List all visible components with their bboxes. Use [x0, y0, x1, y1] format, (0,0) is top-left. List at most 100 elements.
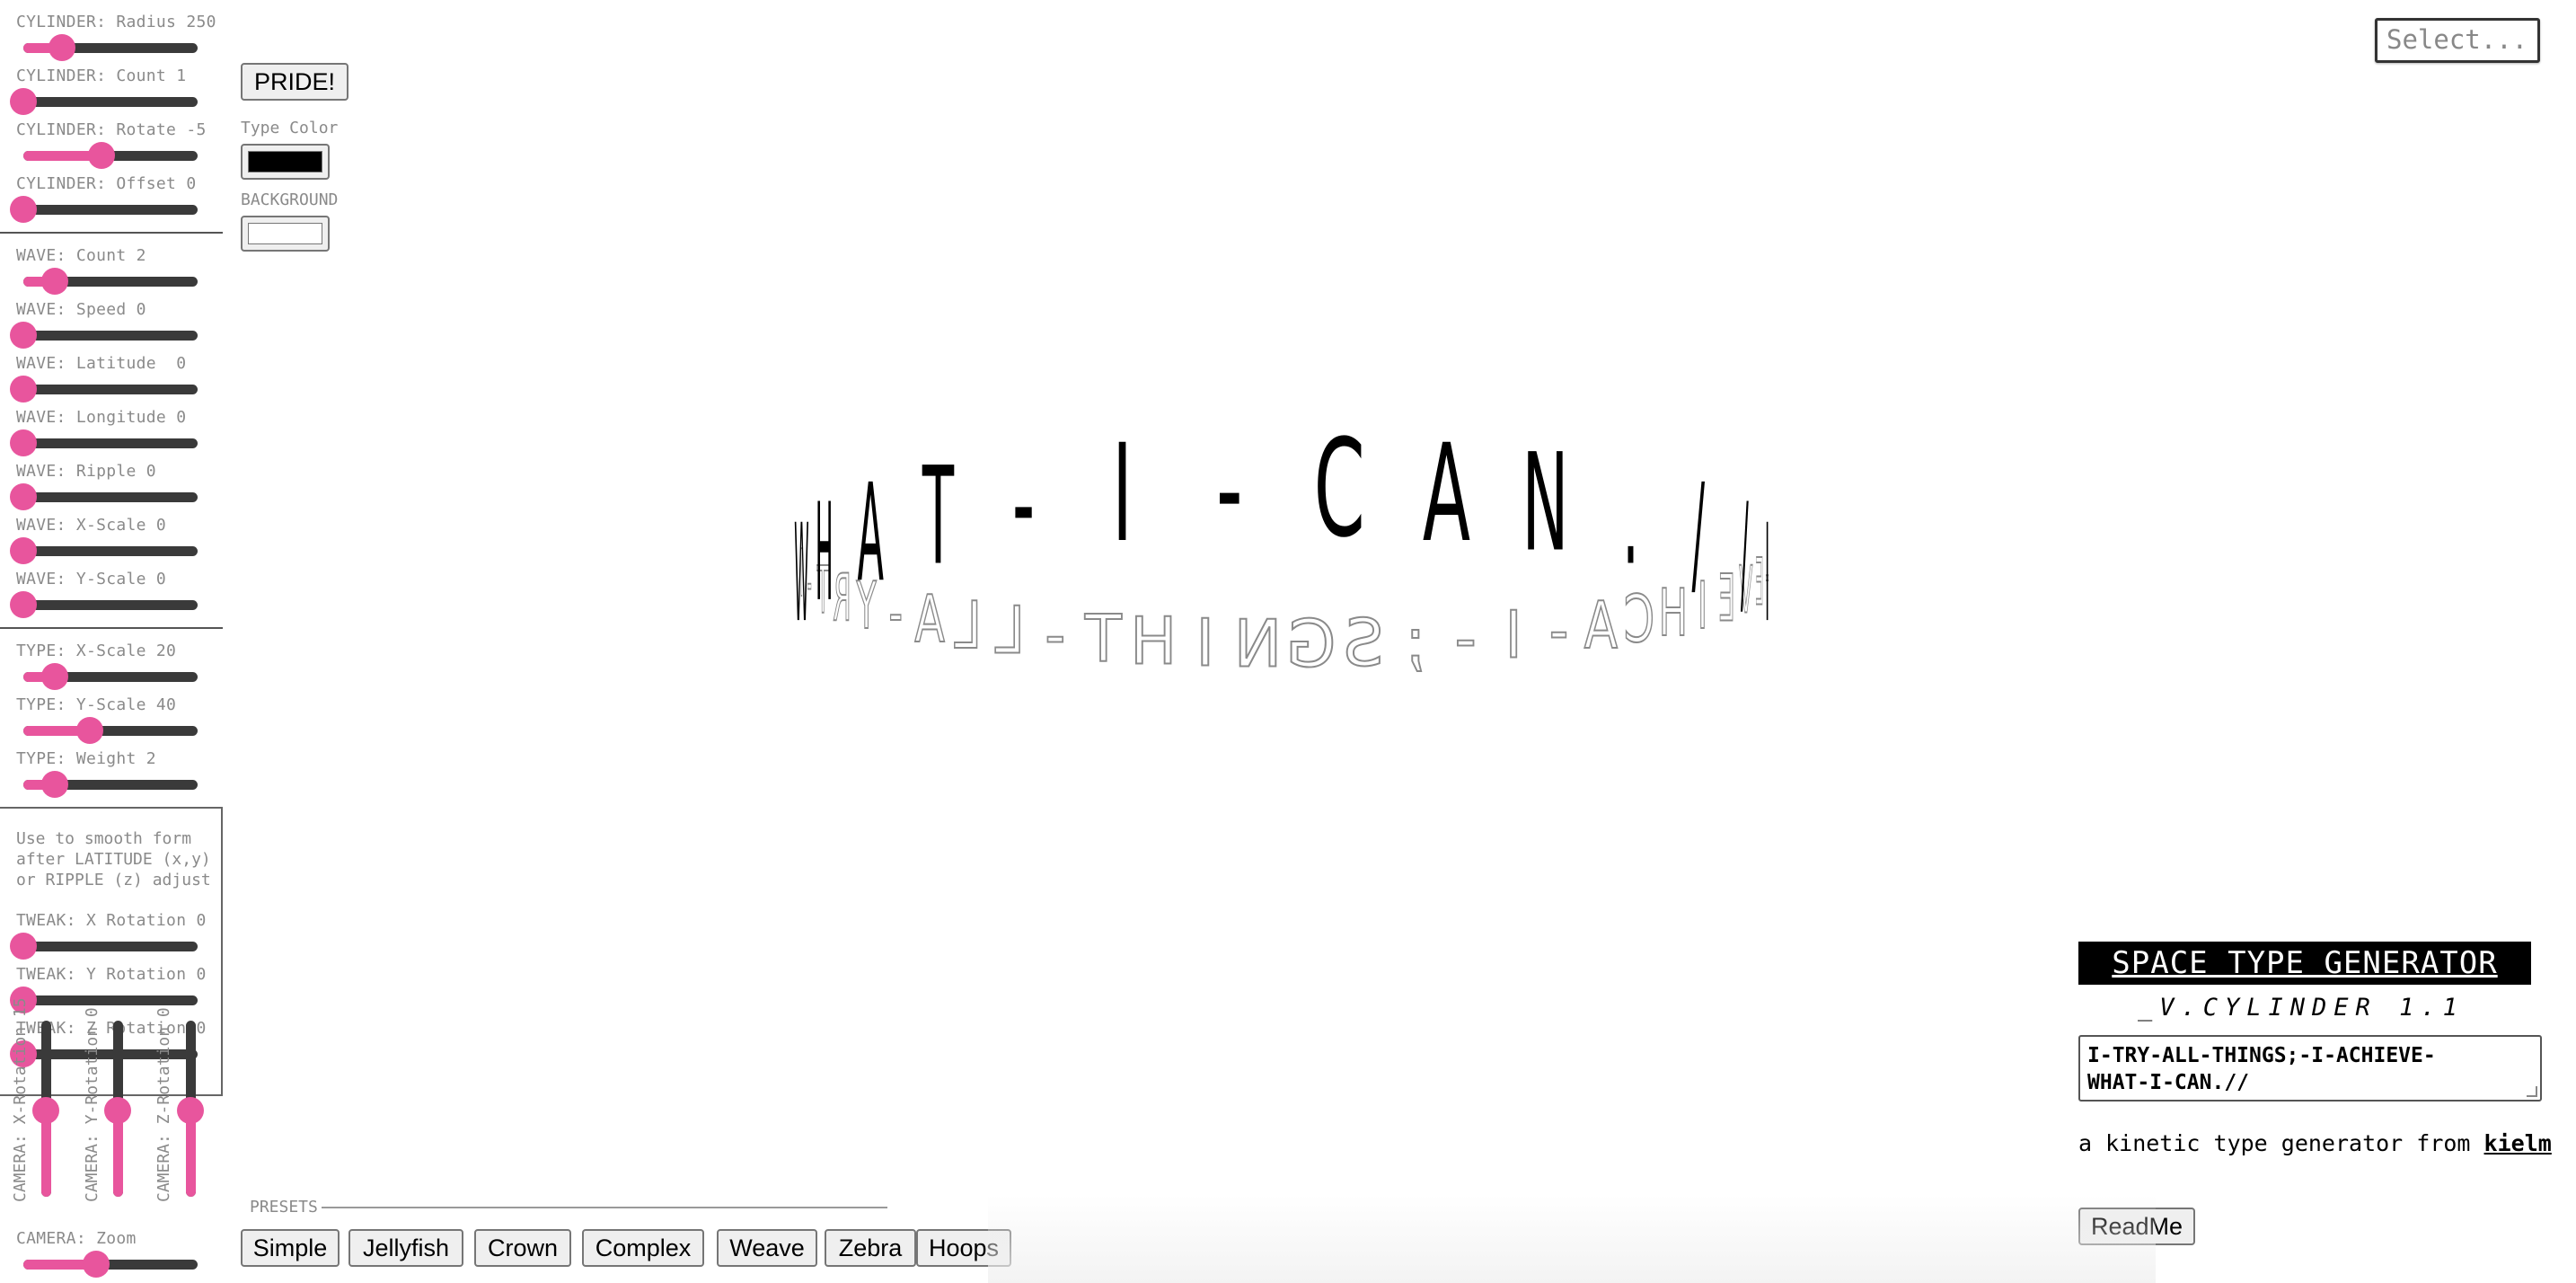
- type-yscale-label: TYPE: Y-Scale 40: [16, 695, 177, 714]
- back-glyph: G: [1286, 606, 1337, 682]
- type-xscale-slider[interactable]: [23, 663, 198, 690]
- back-glyph: H: [1130, 603, 1177, 679]
- back-glyph: I: [1505, 598, 1522, 674]
- back-glyph: L: [995, 593, 1025, 668]
- front-glyph: I: [1765, 496, 1769, 652]
- preset-jellyfish-button[interactable]: Jellyfish: [348, 1229, 463, 1267]
- type-xscale-label: TYPE: X-Scale 20: [16, 642, 177, 660]
- credit-link[interactable]: kielm: [2484, 1130, 2552, 1156]
- front-glyph: /: [1741, 475, 1749, 632]
- cylinder-offset-slider[interactable]: [10, 196, 198, 223]
- preset-crown-button[interactable]: Crown: [474, 1229, 571, 1267]
- camera-zoom-label: CAMERA: Zoom: [16, 1229, 137, 1248]
- credit-line: a kinetic type generator from kielm: [2078, 1130, 2552, 1156]
- type-weight-label: TYPE: Weight 2: [16, 749, 156, 768]
- front-glyph: -: [1216, 411, 1243, 568]
- camera-x-rotation-slider[interactable]: [32, 1021, 59, 1197]
- wave-yscale-label: WAVE: Y-Scale 0: [16, 570, 167, 588]
- presets-label: PRESETS: [250, 1198, 318, 1217]
- camera-x-rotation-label: CAMERA: X-Rotation 15: [11, 997, 30, 1202]
- background-color-picker[interactable]: [241, 216, 330, 252]
- camera-z-rotation-label: CAMERA: Z-Rotation 0: [154, 1007, 173, 1202]
- preset-simple-button[interactable]: Simple: [241, 1229, 340, 1267]
- wave-ripple-slider[interactable]: [10, 483, 198, 510]
- front-glyph: /: [1692, 456, 1706, 613]
- tweak-y-rotation-label: TWEAK: Y Rotation 0: [16, 965, 207, 984]
- wave-xscale-slider[interactable]: [10, 537, 198, 564]
- back-glyph: L: [954, 588, 982, 663]
- back-glyph: H: [1659, 575, 1688, 650]
- bottom-shade: [988, 1195, 2156, 1283]
- back-glyph: A: [1584, 588, 1618, 663]
- wave-longitude-slider[interactable]: [10, 429, 198, 456]
- resize-grip-icon[interactable]: [2527, 1086, 2537, 1097]
- back-glyph: -: [888, 575, 903, 650]
- tweak-x-rotation-label: TWEAK: X Rotation 0: [16, 911, 207, 930]
- background-label: BACKGROUND: [241, 190, 339, 209]
- front-glyph: A: [858, 456, 884, 613]
- back-glyph: -: [1455, 602, 1477, 677]
- back-glyph: -: [1045, 598, 1065, 674]
- wave-count-slider[interactable]: [23, 268, 198, 295]
- cylinder-rotate-slider[interactable]: [23, 142, 198, 169]
- camera-y-rotation-slider[interactable]: [104, 1021, 131, 1197]
- front-glyph: T: [922, 438, 954, 596]
- front-glyph: I: [1112, 416, 1133, 573]
- background-color-swatch: [248, 223, 322, 244]
- type-text-input[interactable]: I-TRY-ALL-THINGS;-I-ACHIEVE- WHAT-I-CAN.…: [2078, 1035, 2542, 1102]
- wave-count-label: WAVE: Count 2: [16, 246, 146, 265]
- wave-longitude-label: WAVE: Longitude 0: [16, 408, 187, 427]
- preset-complex-button[interactable]: Complex: [582, 1229, 704, 1267]
- presets-divider: [322, 1207, 887, 1208]
- type-weight-slider[interactable]: [23, 771, 198, 798]
- cylinder-radius-slider[interactable]: [23, 34, 198, 61]
- back-glyph: -: [1549, 593, 1568, 668]
- app-title[interactable]: SPACE TYPE GENERATOR: [2078, 942, 2531, 985]
- back-glyph: T: [1084, 602, 1122, 677]
- wave-xscale-label: WAVE: X-Scale 0: [16, 516, 167, 535]
- front-glyph: -: [1012, 424, 1035, 582]
- cylinder-count-slider[interactable]: [10, 88, 198, 115]
- front-glyph: C: [1314, 411, 1365, 568]
- wave-latitude-label: WAVE: Latitude 0: [16, 354, 187, 373]
- tweak-y-rotation-slider[interactable]: [10, 987, 198, 1013]
- wave-speed-slider[interactable]: [10, 322, 198, 349]
- back-glyph: E: [1755, 545, 1763, 620]
- back-glyph: R: [833, 561, 851, 636]
- app-version: _V.CYLINDER 1.1: [2138, 994, 2465, 1022]
- preset-zebra-button[interactable]: Zebra: [825, 1229, 916, 1267]
- front-glyph: W: [794, 496, 808, 652]
- cylinder-radius-label: CYLINDER: Radius 250: [16, 13, 216, 31]
- type-yscale-slider[interactable]: [23, 717, 198, 744]
- back-glyph: S: [1344, 606, 1384, 681]
- front-glyph: A: [1423, 416, 1470, 573]
- back-glyph: I: [1195, 606, 1214, 681]
- camera-zoom-slider[interactable]: [23, 1251, 198, 1278]
- back-glyph: ;: [1405, 603, 1425, 679]
- credit-prefix: a kinetic type generator from: [2078, 1130, 2484, 1156]
- back-glyph: E: [1718, 561, 1735, 636]
- wave-latitude-slider[interactable]: [10, 376, 198, 403]
- tweak-x-rotation-slider[interactable]: [10, 933, 198, 960]
- front-glyph: .: [1622, 438, 1638, 596]
- front-glyph: H: [816, 475, 834, 632]
- wave-speed-label: WAVE: Speed 0: [16, 300, 146, 319]
- cylinder-offset-label: CYLINDER: Offset 0: [16, 174, 197, 193]
- preset-weave-button[interactable]: Weave: [717, 1229, 817, 1267]
- panel-divider: [0, 627, 223, 629]
- type-color-picker[interactable]: [241, 144, 330, 180]
- panel-divider: [0, 232, 223, 234]
- wave-ripple-label: WAVE: Ripple 0: [16, 462, 156, 481]
- type-text-value: I-TRY-ALL-THINGS;-I-ACHIEVE- WHAT-I-CAN.…: [2087, 1044, 2436, 1094]
- camera-z-rotation-slider[interactable]: [177, 1021, 204, 1197]
- cylinder-count-label: CYLINDER: Count 1: [16, 66, 187, 85]
- front-glyph: N: [1522, 424, 1568, 582]
- preset-select[interactable]: Select...: [2375, 18, 2540, 63]
- type-canvas: -EVEIHCA-I-;SGNIHT-LLA-YRT-I WHAT-I-CAN.…: [794, 411, 1769, 683]
- wave-yscale-slider[interactable]: [10, 591, 198, 618]
- type-color-label: Type Color: [241, 119, 339, 137]
- pride-button[interactable]: PRIDE!: [241, 63, 348, 101]
- cylinder-rotate-label: CYLINDER: Rotate -5: [16, 120, 207, 139]
- camera-y-rotation-label: CAMERA: Y-Rotation 0: [83, 1007, 101, 1202]
- type-color-swatch: [248, 151, 322, 173]
